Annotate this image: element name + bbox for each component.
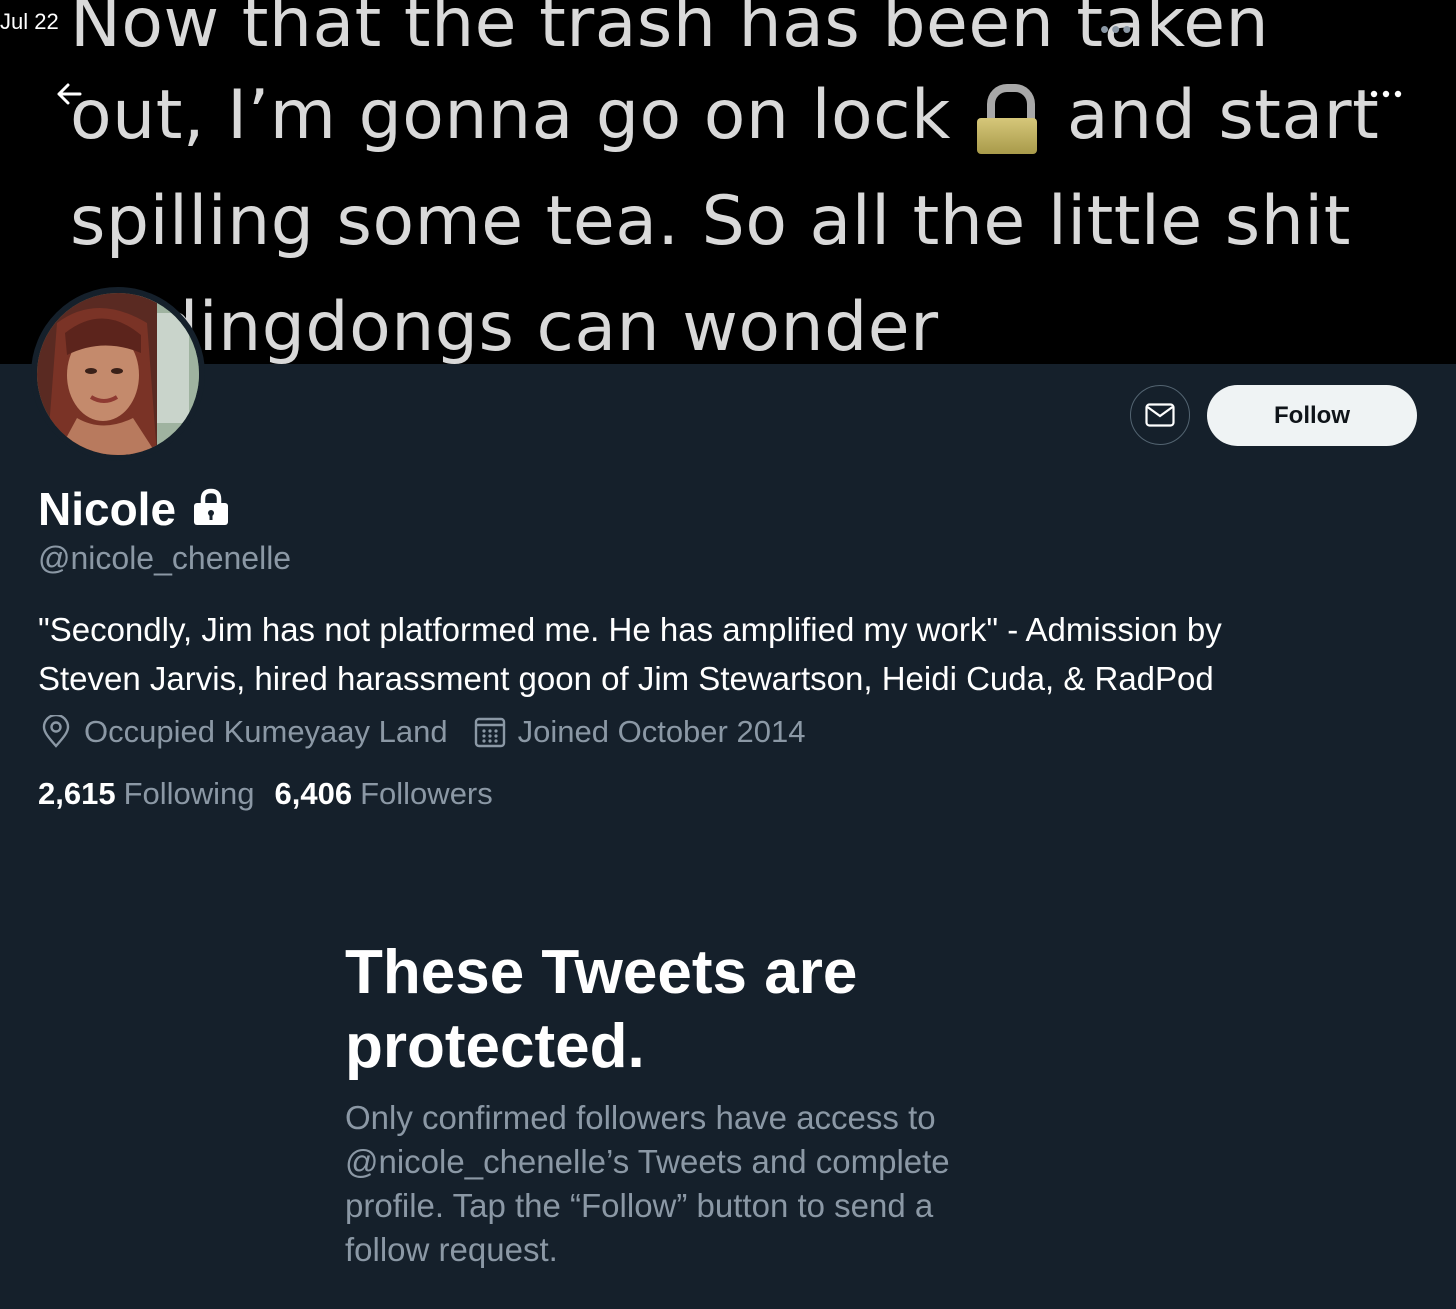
protected-desc-line: follow request.	[345, 1231, 558, 1268]
protected-desc-line: Only confirmed followers have access to	[345, 1099, 936, 1136]
followers-link[interactable]: 6,406 Followers	[275, 776, 493, 812]
profile-handle: @nicole_chenelle	[38, 540, 292, 576]
protected-title-line: These Tweets are	[345, 938, 858, 1007]
bio-line: "Secondly, Jim has not platformed me. He…	[38, 611, 1222, 648]
arrow-left-icon	[57, 83, 82, 105]
calendar-icon	[474, 717, 505, 748]
protected-title-line: protected.	[345, 1012, 645, 1081]
profile-banner[interactable]: Now that the trash has been taken out, I…	[0, 0, 1456, 364]
protected-description: Only confirmed followers have access to …	[345, 1096, 1035, 1272]
following-count: 2,615	[38, 776, 116, 811]
banner-text-line: out, I’m gonna go on lock and start	[70, 76, 1379, 155]
joined-item: Joined October 2014	[474, 714, 806, 750]
envelope-icon	[1145, 403, 1175, 427]
avatar[interactable]	[31, 287, 205, 461]
location-text: Occupied Kumeyaay Land	[84, 714, 448, 749]
location-item: Occupied Kumeyaay Land	[40, 714, 448, 750]
bio-line: Steven Jarvis, hired harassment goon of …	[38, 660, 1214, 697]
more-options-button[interactable]	[1366, 74, 1406, 114]
following-label: Following	[123, 776, 255, 811]
banner-text-segment: and start	[1066, 76, 1380, 155]
lock-emoji-icon	[976, 84, 1037, 155]
status-bar-time: Jul 22	[0, 9, 59, 34]
avatar-photo	[37, 293, 199, 455]
protected-desc-line: @nicole_chenelle’s Tweets and complete	[345, 1143, 950, 1180]
protected-title: These Tweets are protected.	[345, 936, 985, 1084]
banner-text-segment: out, I’m gonna go on lock	[70, 76, 951, 155]
back-button[interactable]	[50, 74, 90, 114]
profile-bio: "Secondly, Jim has not platformed me. He…	[38, 605, 1418, 703]
follow-button[interactable]: Follow	[1207, 385, 1417, 446]
banner-text-line: Now that the trash has been taken	[70, 0, 1270, 63]
profile-name: Nicole	[38, 483, 177, 535]
more-horizontal-icon	[1370, 90, 1402, 98]
followers-count: 6,406	[274, 776, 353, 811]
profile-stats: 2,615 Following 6,406 Followers	[38, 776, 513, 812]
protected-lock-icon	[192, 487, 230, 532]
profile-name-row: Nicole	[38, 482, 230, 536]
joined-text: Joined October 2014	[517, 714, 806, 749]
location-pin-icon	[42, 715, 70, 748]
protected-desc-line: profile. Tap the “Follow” button to send…	[345, 1187, 934, 1224]
multitasking-dots[interactable]: •••	[1100, 14, 1133, 45]
banner-text-line: spilling some tea. So all the little shi…	[70, 182, 1351, 261]
followers-label: Followers	[360, 776, 493, 811]
profile-meta: Occupied Kumeyaay Land Joined October 20…	[40, 714, 831, 750]
message-button[interactable]	[1130, 385, 1190, 445]
following-link[interactable]: 2,615 Following	[38, 776, 255, 812]
